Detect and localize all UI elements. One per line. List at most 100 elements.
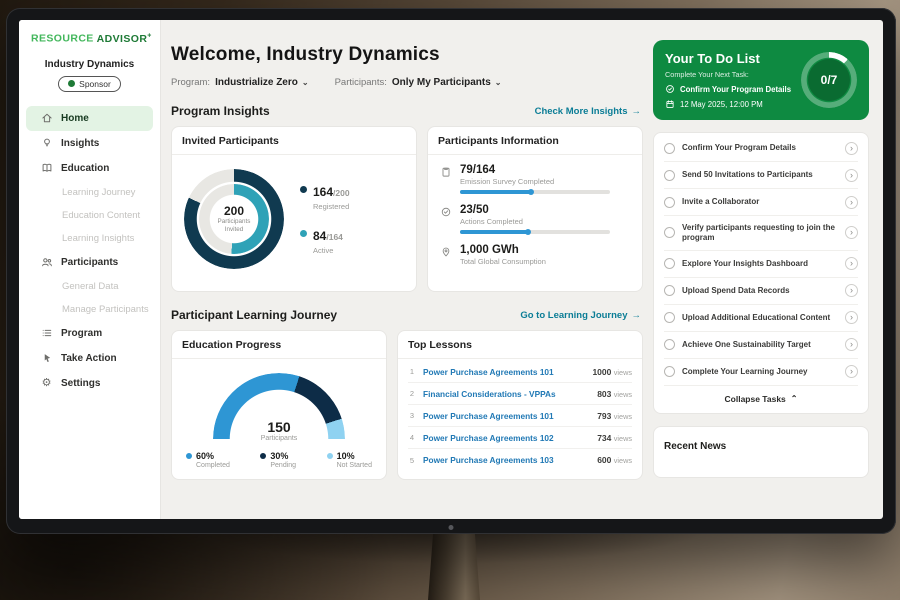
chevron-right-icon[interactable]: ›	[845, 142, 858, 155]
todo-subtitle: Complete Your Next Task:	[665, 70, 793, 79]
task-row[interactable]: Explore Your Insights Dashboard ›	[664, 251, 858, 278]
task-row[interactable]: Complete Your Learning Journey ›	[664, 359, 858, 386]
sidebar-item-settings[interactable]: ⚙ Settings	[26, 371, 153, 396]
check-circle-icon	[440, 204, 452, 234]
checkbox-icon[interactable]	[664, 285, 675, 296]
list-icon	[40, 327, 53, 339]
sidebar-item-label: Learning Journey	[62, 187, 135, 198]
sidebar-item-label: Home	[61, 113, 89, 124]
checkbox-icon[interactable]	[664, 312, 675, 323]
todo-panel: Your To Do List Complete Your Next Task:…	[653, 20, 869, 519]
chevron-right-icon[interactable]: ›	[845, 284, 858, 297]
card-title: Education Progress	[172, 331, 386, 359]
invited-participants-card: Invited Participants 200 Participants In…	[171, 126, 417, 292]
lesson-views: 803 views	[597, 389, 632, 399]
power-led	[449, 525, 454, 530]
recent-news-header: Recent News	[653, 426, 869, 478]
chevron-right-icon[interactable]: ›	[845, 365, 858, 378]
sponsor-badge[interactable]: Sponsor	[58, 76, 121, 92]
sidebar-item-home[interactable]: Home	[26, 106, 153, 131]
todo-next-task[interactable]: Confirm Your Program Details	[665, 84, 793, 94]
recent-news-title: Recent News	[664, 441, 726, 452]
participants-filter-dropdown[interactable]: Only My Participants ⌄	[392, 77, 502, 88]
task-row[interactable]: Send 50 Invitations to Participants ›	[664, 162, 858, 189]
stat-global-consumption: 1,000 GWh Total Global Consumption	[440, 244, 630, 266]
sidebar-item-general-data[interactable]: General Data	[26, 275, 153, 298]
lesson-link[interactable]: Power Purchase Agreements 102	[423, 433, 590, 443]
org-name: Industry Dynamics	[19, 59, 160, 70]
location-pin-icon	[440, 244, 452, 266]
sidebar-item-education-content[interactable]: Education Content	[26, 204, 153, 227]
chevron-right-icon[interactable]: ›	[845, 257, 858, 270]
top-lessons-card: Top Lessons 1 Power Purchase Agreements …	[397, 330, 643, 480]
sidebar-item-program[interactable]: Program	[26, 321, 153, 346]
lesson-views: 1000 views	[592, 367, 632, 377]
task-row[interactable]: Achieve One Sustainability Target ›	[664, 332, 858, 359]
task-row[interactable]: Confirm Your Program Details ›	[664, 135, 858, 162]
task-row[interactable]: Verify participants requesting to join t…	[664, 216, 858, 251]
progress-bar-fill	[460, 230, 529, 234]
collapse-tasks-link[interactable]: Collapse Tasks⌃	[664, 386, 858, 411]
task-row[interactable]: Upload Spend Data Records ›	[664, 278, 858, 305]
checkbox-icon[interactable]	[664, 366, 675, 377]
go-to-learning-journey-link[interactable]: Go to Learning Journey→	[520, 310, 641, 321]
chevron-right-icon[interactable]: ›	[845, 311, 858, 324]
stat-actions-completed: 23/50 Actions Completed	[440, 204, 630, 234]
program-filter-dropdown[interactable]: Industrialize Zero ⌄	[215, 77, 309, 88]
invited-total: 200	[224, 204, 244, 218]
chevron-right-icon[interactable]: ›	[845, 196, 858, 209]
dashboard-screen: RESOURCE ADVISOR+ Industry Dynamics Spon…	[19, 20, 883, 519]
card-title: Invited Participants	[172, 127, 416, 155]
participants-filter-label: Participants:	[335, 77, 387, 88]
todo-title: Your To Do List	[665, 51, 793, 66]
sidebar-item-learning-journey[interactable]: Learning Journey	[26, 181, 153, 204]
chevron-right-icon[interactable]: ›	[845, 169, 858, 182]
circle-check-icon	[665, 84, 675, 94]
checkbox-icon[interactable]	[664, 227, 675, 238]
task-row[interactable]: Invite a Collaborator ›	[664, 189, 858, 216]
todo-due-date: 12 May 2025, 12:00 PM	[665, 99, 793, 109]
calendar-icon	[665, 99, 675, 109]
donut-center: 200 Participants Invited	[211, 196, 257, 242]
sidebar-item-participants[interactable]: Participants	[26, 250, 153, 275]
checkbox-icon[interactable]	[664, 258, 675, 269]
check-more-insights-link[interactable]: Check More Insights→	[535, 106, 641, 117]
checkbox-icon[interactable]	[664, 197, 675, 208]
sidebar-item-education[interactable]: Education	[26, 156, 153, 181]
checkbox-icon[interactable]	[664, 339, 675, 350]
lesson-link[interactable]: Financial Considerations - VPPAs	[423, 389, 590, 399]
legend-item-not-started: 10% Not Started	[327, 451, 372, 469]
chevron-down-icon: ⌄	[302, 79, 309, 87]
lesson-row: 4 Power Purchase Agreements 102 734 view…	[408, 427, 632, 449]
todo-progress-value: 0/7	[808, 59, 850, 101]
legend-dot	[260, 453, 266, 459]
lesson-link[interactable]: Power Purchase Agreements 101	[423, 411, 590, 421]
checkbox-icon[interactable]	[664, 170, 675, 181]
todo-progress-ring: 0/7	[801, 52, 857, 108]
legend-item-pending: 30% Pending	[260, 451, 296, 469]
sidebar-item-learning-insights[interactable]: Learning Insights	[26, 227, 153, 250]
sidebar-item-manage-participants[interactable]: Manage Participants	[26, 298, 153, 321]
checkbox-icon[interactable]	[664, 143, 675, 154]
lesson-link[interactable]: Power Purchase Agreements 101	[423, 367, 585, 377]
cursor-icon	[40, 352, 53, 364]
lesson-link[interactable]: Power Purchase Agreements 103	[423, 455, 590, 465]
education-progress-gauge: 150 Participants	[213, 373, 345, 439]
sidebar-item-label: Program	[61, 328, 102, 339]
chevron-right-icon[interactable]: ›	[845, 226, 858, 239]
stat-emission-survey: 79/164 Emission Survey Completed	[440, 164, 630, 194]
sidebar-item-take-action[interactable]: Take Action	[26, 346, 153, 371]
task-row[interactable]: Upload Additional Educational Content ›	[664, 305, 858, 332]
lesson-row: 3 Power Purchase Agreements 101 793 view…	[408, 405, 632, 427]
arrow-right-icon: →	[632, 310, 642, 321]
chevron-right-icon[interactable]: ›	[845, 338, 858, 351]
sidebar-item-label: Settings	[61, 378, 100, 389]
lesson-rank: 5	[408, 456, 416, 465]
sidebar-item-label: Education Content	[62, 210, 140, 221]
lesson-rank: 4	[408, 433, 416, 442]
sidebar-item-label: Learning Insights	[62, 233, 134, 244]
lesson-views: 600 views	[597, 455, 632, 465]
home-icon	[40, 112, 53, 124]
sidebar-item-insights[interactable]: Insights	[26, 131, 153, 156]
tasks-card: Confirm Your Program Details › Send 50 I…	[653, 132, 869, 414]
